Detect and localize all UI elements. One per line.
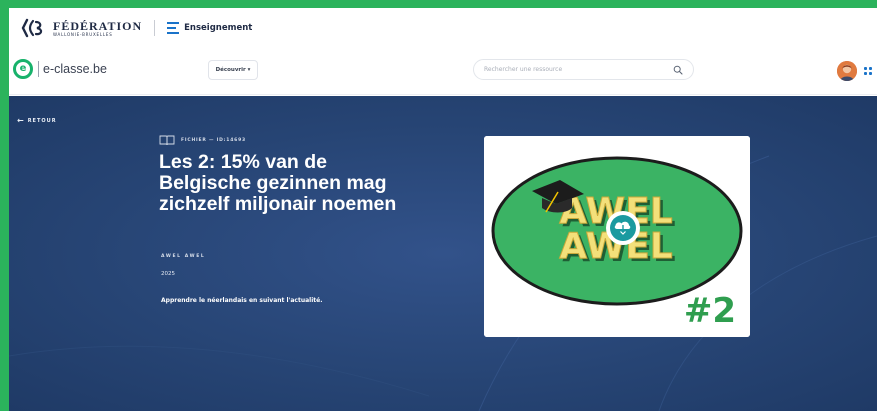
resource-type-label: FICHIER — ID:14693 bbox=[181, 138, 246, 143]
brand-divider bbox=[154, 20, 156, 36]
site-name: e-classe.be bbox=[43, 62, 107, 76]
download-icon[interactable] bbox=[606, 211, 640, 245]
thumbnail-image: AWEL AWEL AWEL AWEL #2 bbox=[484, 136, 750, 337]
discover-dropdown[interactable]: Découvrir ▾ bbox=[208, 60, 258, 80]
brand-bar: FÉDÉRATION WALLONIE-BRUXELLES Enseigneme… bbox=[9, 8, 877, 48]
search-icon[interactable] bbox=[673, 65, 683, 75]
resource-title: Les 2: 15% van de Belgische gezinnen mag… bbox=[159, 151, 397, 215]
episode-number: #2 bbox=[684, 291, 736, 331]
resource-year: 2025 bbox=[161, 271, 175, 277]
user-avatar[interactable] bbox=[837, 61, 857, 81]
back-link[interactable]: ← RETOUR bbox=[17, 117, 57, 125]
eclasse-logo-icon: e bbox=[13, 59, 33, 79]
search-box bbox=[473, 59, 694, 80]
resource-description: Apprendre le néerlandais en suivant l'ac… bbox=[161, 297, 323, 304]
enseignement-label: Enseignement bbox=[184, 23, 253, 33]
back-arrow-icon: ← bbox=[17, 116, 25, 125]
enseignement-link[interactable]: Enseignement bbox=[167, 22, 252, 34]
eclasse-logo-letter: e bbox=[19, 63, 27, 74]
search-input[interactable] bbox=[484, 66, 673, 73]
federation-subtitle: WALLONIE-BRUXELLES bbox=[53, 31, 113, 37]
federation-wordmark: FÉDÉRATION WALLONIE-BRUXELLES bbox=[53, 20, 142, 37]
resource-hero: ← RETOUR FICHIER — ID:14693 Les 2: 15% v… bbox=[9, 96, 877, 411]
avatar-image bbox=[837, 61, 857, 81]
federation-logo[interactable]: FÉDÉRATION WALLONIE-BRUXELLES bbox=[21, 18, 142, 38]
book-icon bbox=[159, 135, 175, 146]
federation-emblem-icon bbox=[21, 18, 43, 38]
lines-icon bbox=[167, 22, 180, 34]
federation-title: FÉDÉRATION bbox=[53, 18, 143, 33]
page-frame: FÉDÉRATION WALLONIE-BRUXELLES Enseigneme… bbox=[9, 8, 877, 411]
logo-divider bbox=[38, 61, 39, 77]
eclasse-logo[interactable]: e e-classe.be bbox=[13, 59, 107, 79]
resource-type-row: FICHIER — ID:14693 bbox=[159, 135, 246, 146]
resource-author[interactable]: AWEL AWEL bbox=[161, 254, 205, 259]
nav-bar: e e-classe.be Découvrir ▾ bbox=[9, 48, 877, 95]
back-label: RETOUR bbox=[27, 118, 57, 124]
resource-thumbnail[interactable]: AWEL AWEL AWEL AWEL #2 bbox=[484, 136, 750, 337]
apps-grid-icon[interactable] bbox=[864, 67, 872, 75]
